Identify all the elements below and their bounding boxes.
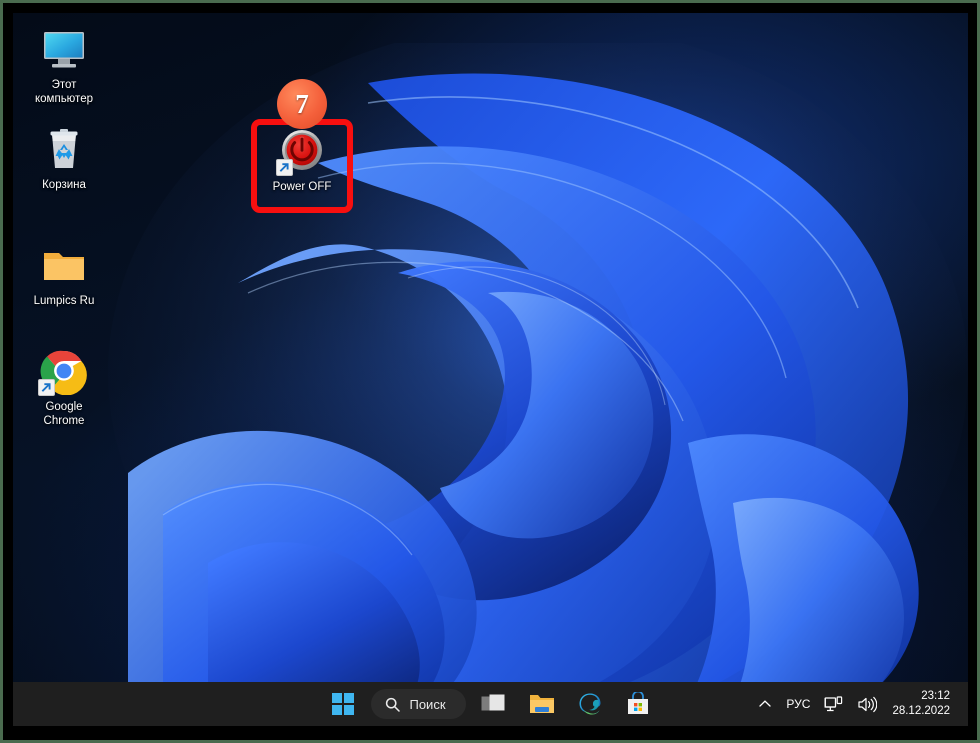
desktop[interactable]: Этот компьютер Корзина Lumpics Ru Google… — [13, 13, 968, 726]
volume-button[interactable] — [850, 688, 884, 720]
taskbar-search-box[interactable]: Поиск — [371, 689, 466, 719]
network-button[interactable] — [817, 688, 850, 720]
clock-date: 28.12.2022 — [892, 705, 950, 717]
windows-logo-icon — [332, 693, 355, 715]
desktop-wallpaper — [13, 13, 968, 726]
edge-button[interactable] — [570, 685, 610, 723]
desktop-icon-label: Google — [45, 401, 83, 413]
folder-icon — [40, 241, 88, 289]
search-icon — [386, 697, 401, 712]
desktop-icon-this-pc[interactable]: Этот компьютер — [21, 25, 107, 106]
chrome-icon — [38, 347, 88, 396]
chevron-up-icon — [759, 700, 772, 707]
store-icon — [627, 692, 648, 714]
recycle-bin-icon — [40, 125, 88, 173]
desktop-icon-label: Power OFF — [272, 181, 332, 193]
screen-frame: Этот компьютер Корзина Lumpics Ru Google… — [0, 0, 980, 743]
bloom-wallpaper-art — [68, 43, 968, 723]
desktop-icon-label: Lumpics Ru — [33, 295, 95, 307]
desktop-icon-recycle-bin[interactable]: Корзина — [21, 125, 107, 193]
desktop-icon-power-off[interactable]: Power OFF — [259, 127, 345, 195]
tray-overflow-button[interactable] — [751, 688, 779, 720]
taskbar[interactable]: Поиск РУС 23:12 28.12.2022 — [13, 682, 968, 726]
taskbar-clock[interactable]: 23:12 28.12.2022 — [884, 686, 964, 722]
desktop-icon-label: Этот — [51, 79, 77, 91]
desktop-icon-label-2: Chrome — [43, 414, 85, 427]
desktop-icon-google-chrome[interactable]: Google Chrome — [21, 347, 107, 428]
start-button[interactable] — [323, 685, 363, 723]
task-view-icon — [481, 694, 505, 711]
desktop-icon-label: Корзина — [42, 179, 86, 191]
edge-icon — [579, 693, 601, 715]
desktop-icon-lumpics-ru[interactable]: Lumpics Ru — [21, 241, 107, 309]
language-indicator[interactable]: РУС — [779, 688, 817, 720]
task-view-button[interactable] — [474, 685, 514, 723]
clock-time: 23:12 — [921, 690, 950, 702]
search-placeholder-text: Поиск — [409, 696, 446, 712]
power-button-icon — [276, 127, 326, 176]
shortcut-overlay-icon — [38, 379, 55, 396]
bloom-svg — [108, 43, 968, 723]
file-explorer-button[interactable] — [522, 685, 562, 723]
folder-icon — [529, 695, 554, 713]
monitor-icon — [40, 25, 88, 73]
desktop-icon-label-2: компьютер — [35, 92, 93, 105]
network-icon — [824, 695, 843, 711]
system-tray: РУС 23:12 28.12.2022 — [751, 682, 964, 726]
microsoft-store-button[interactable] — [618, 685, 658, 723]
step-number-badge: 7 — [277, 79, 327, 129]
shortcut-overlay-icon — [276, 159, 293, 176]
volume-icon — [858, 696, 878, 712]
